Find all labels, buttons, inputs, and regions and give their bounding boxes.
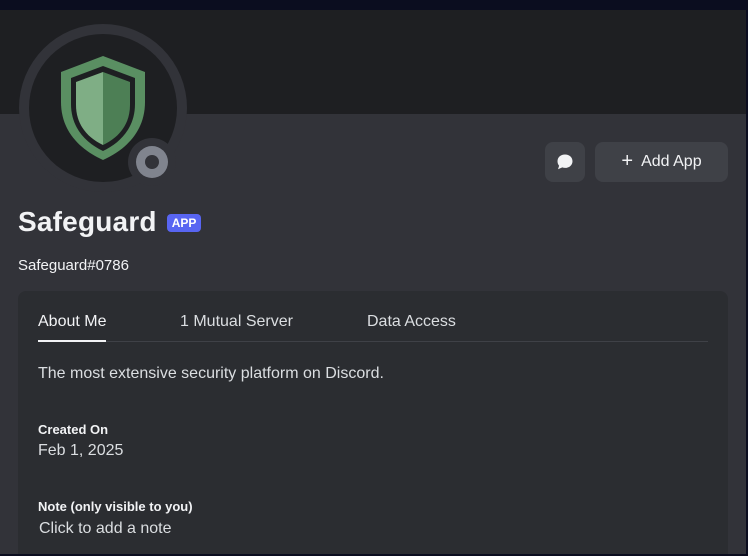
status-indicator <box>128 138 176 186</box>
tab-mutual-servers[interactable]: 1 Mutual Server <box>180 313 293 340</box>
display-name: Safeguard <box>18 206 157 237</box>
add-app-label: Add App <box>641 153 702 170</box>
note-label: Note (only visible to you) <box>38 499 193 514</box>
add-app-button[interactable]: + Add App <box>595 142 728 182</box>
chat-bubble-icon <box>557 154 573 170</box>
plus-icon: + <box>621 150 634 172</box>
message-button[interactable] <box>545 142 585 182</box>
app-badge: APP <box>166 214 202 232</box>
profile-details-card: About Me 1 Mutual Server Data Access The… <box>18 291 728 554</box>
username: Safeguard#0786 <box>18 257 129 274</box>
bio-text: The most extensive security platform on … <box>38 365 384 382</box>
tab-data-access[interactable]: Data Access <box>367 313 456 340</box>
tab-about-me[interactable]: About Me <box>38 313 107 342</box>
avatar-ring <box>19 24 187 192</box>
profile-modal: + Add App Safeguard APP Safeguard#0786 A… <box>0 10 748 554</box>
note-input[interactable]: Click to add a note <box>39 520 172 538</box>
profile-tabs: About Me 1 Mutual Server Data Access <box>38 311 708 342</box>
created-on-value: Feb 1, 2025 <box>38 442 124 459</box>
created-on-label: Created On <box>38 422 109 437</box>
name-row: Safeguard APP <box>18 206 202 238</box>
offline-status-icon <box>136 146 168 178</box>
